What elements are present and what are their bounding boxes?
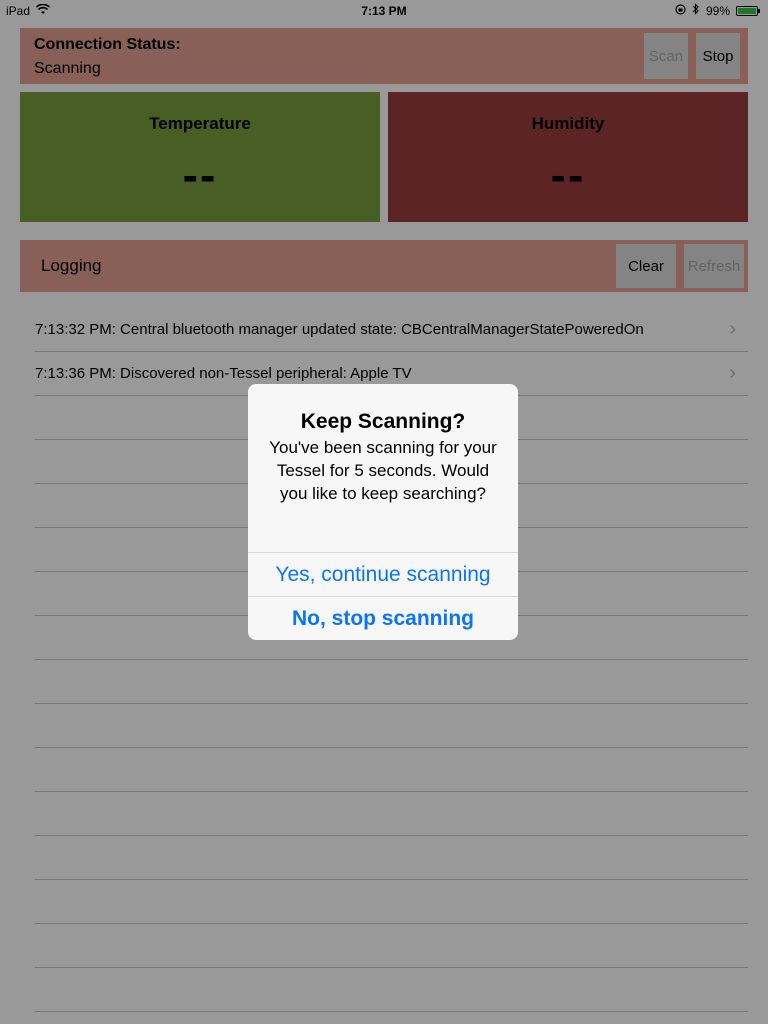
- keep-scanning-alert: Keep Scanning? You've been scanning for …: [248, 384, 518, 640]
- app-screen: iPad 7:13 PM 99% Connection Status: Scan…: [0, 0, 768, 1024]
- continue-scanning-button[interactable]: Yes, continue scanning: [248, 553, 518, 597]
- stop-scanning-button[interactable]: No, stop scanning: [248, 597, 518, 640]
- alert-message: You've been scanning for your Tessel for…: [269, 438, 497, 503]
- alert-title: Keep Scanning?: [300, 410, 466, 433]
